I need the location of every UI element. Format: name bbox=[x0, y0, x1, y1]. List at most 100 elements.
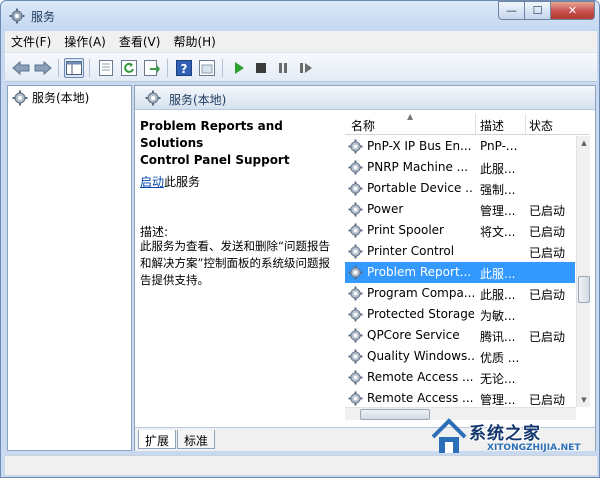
toolbar-separator bbox=[167, 59, 168, 77]
service-name-cell: QPCore Service bbox=[367, 328, 460, 342]
menu-file[interactable]: 文件(F) bbox=[11, 33, 51, 50]
properties-sheet-icon[interactable] bbox=[96, 58, 116, 78]
scroll-up-arrow-icon[interactable]: ▲ bbox=[577, 136, 591, 150]
toolbar: ? bbox=[5, 52, 597, 82]
service-status-cell: 已启动 bbox=[529, 246, 566, 260]
refresh-icon[interactable] bbox=[119, 58, 139, 78]
services-pane: 服务(本地) Problem Reports and Solutions Con… bbox=[134, 85, 596, 451]
maximize-button[interactable]: ☐ bbox=[525, 1, 551, 20]
window-title: 服务 bbox=[31, 10, 56, 24]
table-row[interactable]: Protected Storage 为敏... bbox=[345, 304, 575, 325]
watermark-text: 系统之家 bbox=[469, 424, 541, 444]
watermark-url: XITONGZHIJIA.NET bbox=[487, 443, 581, 453]
service-name-cell: PnP-X IP Bus En... bbox=[367, 139, 472, 153]
menu-action[interactable]: 操作(A) bbox=[64, 33, 106, 50]
close-button[interactable]: ✕ bbox=[551, 1, 595, 20]
table-row[interactable]: PNRP Machine ... 此服... bbox=[345, 157, 575, 178]
service-status-cell: 已启动 bbox=[529, 330, 566, 344]
service-description-cell: 无论... bbox=[480, 372, 516, 386]
service-name-cell: Printer Control bbox=[367, 244, 455, 258]
tab-standard[interactable]: 标准 bbox=[177, 430, 216, 449]
service-gear-icon bbox=[348, 307, 363, 325]
service-gear-icon bbox=[348, 265, 363, 283]
service-gear-icon bbox=[348, 328, 363, 346]
service-name-line2: Control Panel Support bbox=[140, 153, 290, 167]
service-name-line1: Problem Reports and Solutions bbox=[140, 119, 283, 150]
service-gear-icon bbox=[348, 349, 363, 367]
column-header-description[interactable]: 描述 bbox=[480, 117, 504, 134]
console-tree-pane: 服务(本地) bbox=[7, 85, 132, 451]
description-text: 此服务为查看、发送和删除“问题报告和解决方案”控制面板的系统级问题报告提供支持。 bbox=[140, 239, 330, 287]
table-row[interactable]: Print Spooler 将文... 已启动 bbox=[345, 220, 575, 241]
service-gear-icon bbox=[348, 181, 363, 199]
watermark-house-icon bbox=[431, 418, 467, 453]
column-header-status[interactable]: 状态 bbox=[529, 117, 553, 134]
horizontal-scroll-thumb[interactable] bbox=[360, 409, 430, 420]
table-row[interactable]: QPCore Service 腾讯... 已启动 bbox=[345, 325, 575, 346]
table-row[interactable]: Remote Access ... 管理... 已启动 bbox=[345, 388, 575, 409]
service-description-cell: 管理... bbox=[480, 393, 516, 407]
table-row[interactable]: Power 管理... 已启动 bbox=[345, 199, 575, 220]
services-gear-icon bbox=[9, 8, 25, 24]
pane-header: 服务(本地) bbox=[135, 86, 595, 110]
list-header: ▲ 名称 描述 状态 bbox=[345, 112, 590, 135]
table-row[interactable]: PnP-X IP Bus En... PnP-... bbox=[345, 136, 575, 157]
service-status-cell: 已启动 bbox=[529, 393, 566, 407]
console-view-icon[interactable] bbox=[197, 58, 217, 78]
minimize-button[interactable]: — bbox=[498, 1, 525, 20]
start-service-suffix: 此服务 bbox=[164, 175, 201, 189]
service-description-cell: 优质 ... bbox=[480, 351, 520, 365]
scroll-down-arrow-icon[interactable]: ▼ bbox=[577, 393, 591, 407]
service-gear-icon bbox=[348, 139, 363, 157]
service-gear-icon bbox=[348, 223, 363, 241]
services-list: ▲ 名称 描述 状态 PnP-X IP Bus En... PnP-... PNRP… bbox=[345, 112, 590, 420]
service-name-cell: Portable Device ... bbox=[367, 181, 474, 195]
show-console-tree-icon[interactable] bbox=[64, 58, 84, 78]
service-name-cell: Problem Report... bbox=[367, 265, 472, 279]
service-gear-icon bbox=[348, 286, 363, 304]
table-row[interactable]: Quality Windows... 优质 ... bbox=[345, 346, 575, 367]
service-description-cell: 此服... bbox=[480, 162, 516, 176]
service-gear-icon bbox=[348, 370, 363, 388]
help-icon[interactable]: ? bbox=[174, 58, 194, 78]
service-gear-icon bbox=[348, 244, 363, 262]
table-row[interactable]: Remote Access ... 无论... bbox=[345, 367, 575, 388]
column-divider[interactable] bbox=[475, 114, 476, 134]
svg-text:?: ? bbox=[181, 62, 188, 76]
service-description-cell: 为敏... bbox=[480, 309, 516, 323]
start-service-icon[interactable] bbox=[229, 58, 249, 78]
scroll-thumb[interactable] bbox=[578, 276, 590, 303]
column-header-name[interactable]: 名称 bbox=[351, 117, 375, 134]
pause-service-icon[interactable] bbox=[273, 58, 293, 78]
services-gear-icon bbox=[12, 90, 28, 105]
table-row[interactable]: Program Compa... 此服... 已启动 bbox=[345, 283, 575, 304]
tab-extended[interactable]: 扩展 bbox=[138, 430, 177, 449]
export-list-icon[interactable] bbox=[142, 58, 162, 78]
service-name-cell: Remote Access ... bbox=[367, 391, 474, 405]
menu-help[interactable]: 帮助(H) bbox=[173, 33, 215, 50]
caption-buttons: — ☐ ✕ bbox=[498, 1, 595, 20]
service-description-cell: PnP-... bbox=[480, 139, 518, 153]
vertical-scrollbar[interactable]: ▲ ▼ bbox=[576, 136, 590, 407]
title-bar[interactable]: 服务 — ☐ ✕ bbox=[1, 1, 599, 31]
stop-service-icon[interactable] bbox=[251, 58, 271, 78]
table-row[interactable]: Printer Control 已启动 bbox=[345, 241, 575, 262]
service-description-cell: 管理... bbox=[480, 204, 516, 218]
sort-ascending-icon: ▲ bbox=[407, 112, 414, 121]
back-arrow-icon[interactable] bbox=[11, 58, 31, 78]
service-gear-icon bbox=[348, 202, 363, 220]
toolbar-separator bbox=[89, 59, 90, 77]
start-service-link[interactable]: 启动 bbox=[140, 175, 164, 189]
service-name-cell: Remote Access ... bbox=[367, 370, 474, 384]
table-row[interactable]: Portable Device ... 强制... bbox=[345, 178, 575, 199]
menu-bar: 文件(F) 操作(A) 查看(V) 帮助(H) bbox=[5, 31, 597, 52]
forward-arrow-icon[interactable] bbox=[33, 58, 53, 78]
table-row[interactable]: Problem Report... 此服... bbox=[345, 262, 575, 283]
service-name-cell: Program Compa... bbox=[367, 286, 474, 300]
menu-view[interactable]: 查看(V) bbox=[119, 33, 161, 50]
tree-item-services-local[interactable]: 服务(本地) bbox=[12, 89, 89, 106]
restart-service-icon[interactable] bbox=[296, 58, 316, 78]
service-name-cell: Print Spooler bbox=[367, 223, 444, 237]
column-divider[interactable] bbox=[525, 114, 526, 134]
service-name-cell: Protected Storage bbox=[367, 307, 474, 321]
